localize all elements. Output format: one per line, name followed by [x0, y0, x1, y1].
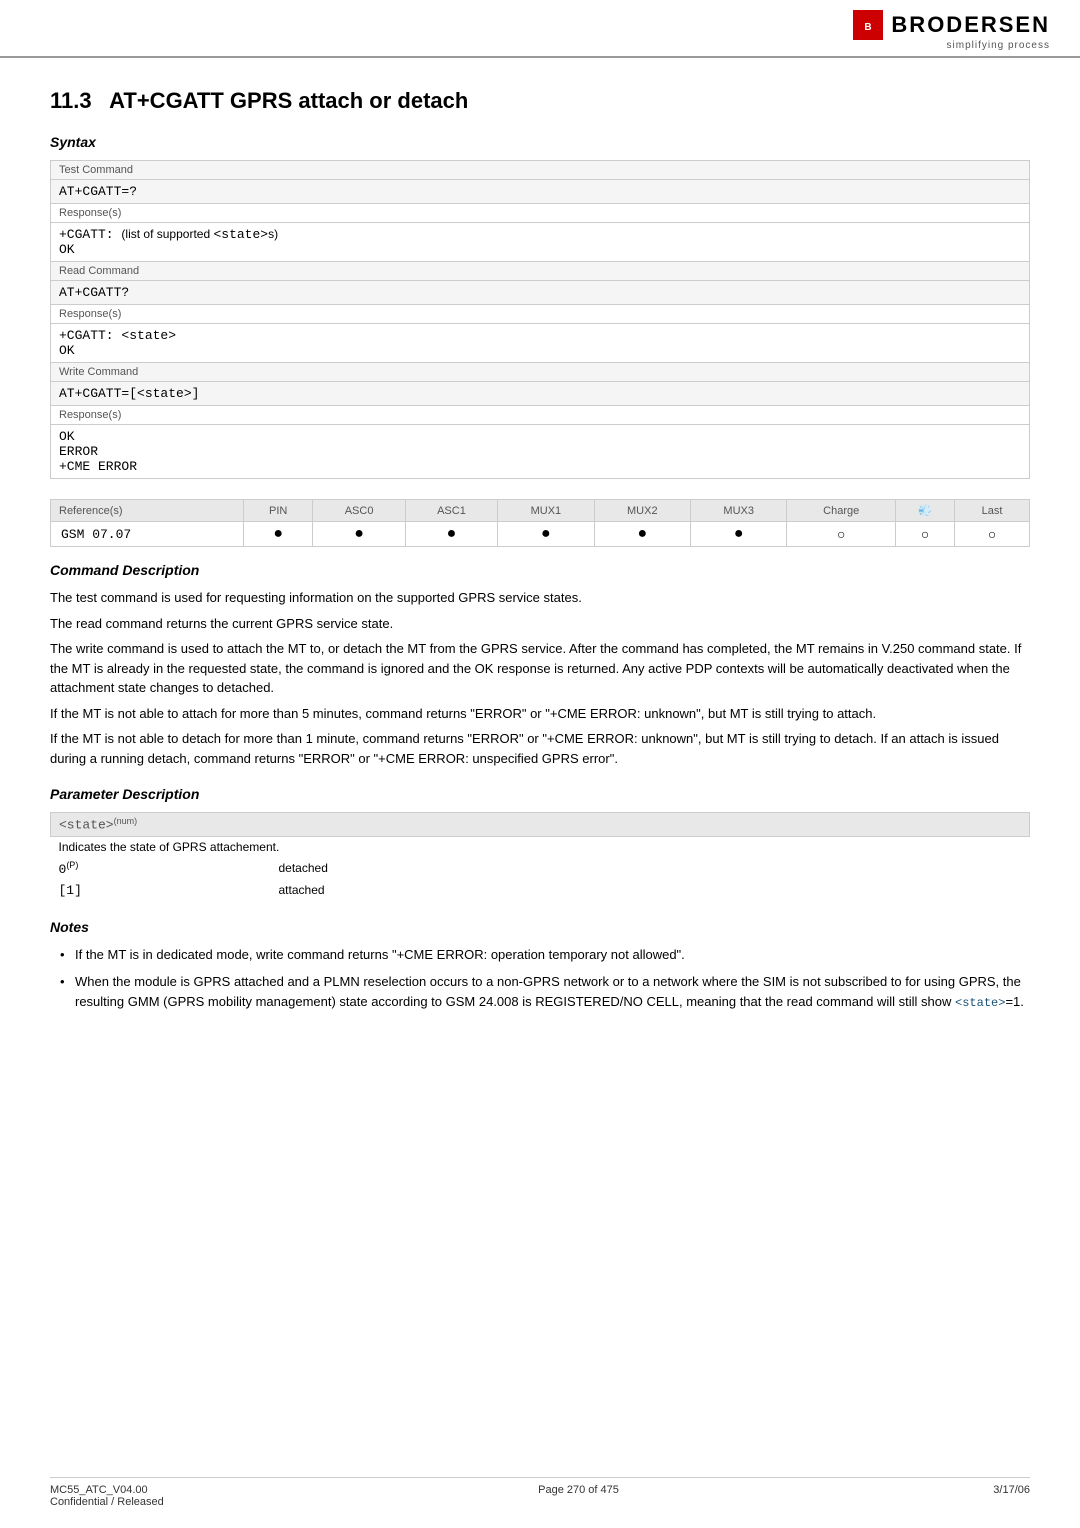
col-last: Last	[955, 500, 1030, 522]
write-command-row: AT+CGATT=[<state>]	[51, 382, 1030, 406]
mux3-value: ●	[690, 522, 786, 547]
read-command-row: AT+CGATT?	[51, 281, 1030, 305]
read-command-label: Read Command	[51, 262, 1030, 281]
read-command-header-row: Read Command	[51, 262, 1030, 281]
test-command-row: AT+CGATT=?	[51, 180, 1030, 204]
write-response-label: Response(s)	[51, 406, 1030, 425]
footer-status: Confidential / Released	[50, 1496, 164, 1508]
read-response-text: +CGATT: <state> OK	[51, 324, 1030, 363]
param-desc-text: Indicates the state of GPRS attachement.	[51, 836, 1030, 857]
footer-center: Page 270 of 475	[538, 1484, 619, 1508]
write-command-label: Write Command	[51, 363, 1030, 382]
cmd-desc-p3: The write command is used to attach the …	[50, 639, 1030, 698]
logo-sub: simplifying process	[947, 40, 1050, 51]
main-content: 11.3 AT+CGATT GPRS attach or detach Synt…	[0, 58, 1080, 1050]
logo-area: B BRODERSEN simplifying process	[853, 10, 1050, 51]
write-response-row: OK ERROR +CME ERROR	[51, 425, 1030, 479]
param-value-1-row: [1] attached	[51, 880, 1030, 901]
param-value-1: [1]	[51, 880, 271, 901]
mux2-value: ●	[594, 522, 690, 547]
footer-date: 3/17/06	[993, 1484, 1030, 1496]
col-mux1: MUX1	[498, 500, 594, 522]
parameter-description-section: Parameter Description <state>(num) Indic…	[50, 786, 1030, 901]
param-value-0: 0(P)	[51, 857, 271, 880]
cmd-desc-p4: If the MT is not able to attach for more…	[50, 704, 1030, 724]
reference-data-row: GSM 07.07 ● ● ● ● ● ● ○ ○ ○	[51, 522, 1030, 547]
mux1-value: ●	[498, 522, 594, 547]
col-asc0: ASC0	[313, 500, 405, 522]
note-item-2: When the module is GPRS attached and a P…	[60, 972, 1030, 1012]
read-command-text: AT+CGATT?	[51, 281, 1030, 305]
reference-header-row: Reference(s) PIN ASC0 ASC1 MUX1 MUX2 MUX…	[51, 500, 1030, 522]
cmd-desc-p1: The test command is used for requesting …	[50, 588, 1030, 608]
page-footer: MC55_ATC_V04.00 Confidential / Released …	[50, 1477, 1030, 1508]
asc0-value: ●	[313, 522, 405, 547]
wind-value: ○	[896, 522, 955, 547]
test-response-row: +CGATT: (list of supported <state>s) OK	[51, 223, 1030, 262]
write-command-text: AT+CGATT=[<state>]	[51, 382, 1030, 406]
col-mux3: MUX3	[690, 500, 786, 522]
test-response-header-row: Response(s)	[51, 204, 1030, 223]
last-value: ○	[955, 522, 1030, 547]
gsm-label: GSM 07.07	[51, 522, 244, 547]
reference-table: Reference(s) PIN ASC0 ASC1 MUX1 MUX2 MUX…	[50, 499, 1030, 547]
param-header-row: <state>(num)	[51, 813, 1030, 837]
footer-page: Page 270 of 475	[538, 1484, 619, 1496]
cmd-desc-p2: The read command returns the current GPR…	[50, 614, 1030, 634]
parameter-description-title: Parameter Description	[50, 786, 1030, 802]
notes-section: Notes If the MT is in dedicated mode, wr…	[50, 919, 1030, 1012]
pin-value: ●	[244, 522, 313, 547]
param-desc-row: Indicates the state of GPRS attachement.	[51, 836, 1030, 857]
col-wind: 💨	[896, 500, 955, 522]
brodersen-logo-icon: B	[853, 10, 883, 40]
footer-right: 3/17/06	[993, 1484, 1030, 1508]
param-label-1: attached	[271, 880, 1030, 901]
write-command-header-row: Write Command	[51, 363, 1030, 382]
state-link: <state>	[955, 996, 1005, 1010]
footer-left: MC55_ATC_V04.00 Confidential / Released	[50, 1484, 164, 1508]
read-response-row: +CGATT: <state> OK	[51, 324, 1030, 363]
test-response-label: Response(s)	[51, 204, 1030, 223]
param-label-0: detached	[271, 857, 1030, 880]
section-title: 11.3 AT+CGATT GPRS attach or detach	[50, 88, 1030, 114]
write-response-header-row: Response(s)	[51, 406, 1030, 425]
test-command-header-row: Test Command	[51, 161, 1030, 180]
syntax-heading: Syntax	[50, 134, 1030, 150]
asc1-value: ●	[405, 522, 497, 547]
note-item-1: If the MT is in dedicated mode, write co…	[60, 945, 1030, 965]
read-response-label: Response(s)	[51, 305, 1030, 324]
test-command-label: Test Command	[51, 161, 1030, 180]
page-header: B BRODERSEN simplifying process	[0, 0, 1080, 58]
test-response-text: +CGATT: (list of supported <state>s) OK	[51, 223, 1030, 262]
command-description-title: Command Description	[50, 562, 1030, 578]
charge-value: ○	[787, 522, 896, 547]
syntax-table: Test Command AT+CGATT=? Response(s) +CGA…	[50, 160, 1030, 479]
notes-title: Notes	[50, 919, 1030, 935]
col-mux2: MUX2	[594, 500, 690, 522]
write-response-text: OK ERROR +CME ERROR	[51, 425, 1030, 479]
command-description-section: Command Description The test command is …	[50, 562, 1030, 768]
col-charge: Charge	[787, 500, 896, 522]
col-pin: PIN	[244, 500, 313, 522]
logo-name: BRODERSEN	[891, 12, 1050, 38]
col-asc1: ASC1	[405, 500, 497, 522]
footer-doc-id: MC55_ATC_V04.00	[50, 1484, 164, 1496]
read-response-header-row: Response(s)	[51, 305, 1030, 324]
param-table: <state>(num) Indicates the state of GPRS…	[50, 812, 1030, 901]
reference-label: Reference(s)	[51, 500, 244, 522]
cmd-desc-p5: If the MT is not able to detach for more…	[50, 729, 1030, 768]
svg-text:B: B	[865, 22, 872, 33]
param-name-header: <state>(num)	[51, 813, 1030, 837]
logo-row: B BRODERSEN	[853, 10, 1050, 40]
param-value-0-row: 0(P) detached	[51, 857, 1030, 880]
test-command-text: AT+CGATT=?	[51, 180, 1030, 204]
notes-list: If the MT is in dedicated mode, write co…	[60, 945, 1030, 1012]
